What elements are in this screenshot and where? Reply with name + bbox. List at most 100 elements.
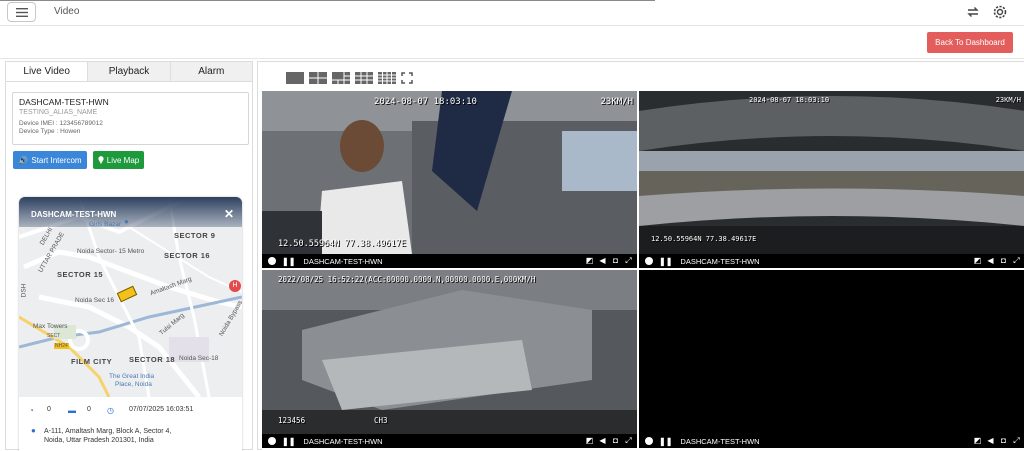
- chart-icon[interactable]: ◩: [585, 256, 594, 265]
- device-alias: TESTING_ALIAS_NAME: [19, 109, 98, 116]
- video-cell-4[interactable]: ❚❚ DASHCAM-TEST-HWN ◩ ◀ ◘ ⤢: [639, 270, 1024, 448]
- camera-icon[interactable]: ◘: [999, 256, 1008, 265]
- video-frame-1: [262, 91, 637, 254]
- pause-icon[interactable]: ❚❚: [659, 257, 672, 266]
- video-4-name: DASHCAM-TEST-HWN: [680, 436, 760, 446]
- map-label-great-india-1: The Great India: [109, 373, 155, 380]
- header-divider: [0, 58, 1024, 59]
- mute-icon[interactable]: ◀: [598, 436, 607, 445]
- record-icon[interactable]: [645, 437, 653, 445]
- page-title: Video: [54, 6, 80, 17]
- switch-icon[interactable]: [965, 4, 981, 20]
- layout-2x2-icon[interactable]: [309, 72, 327, 84]
- video-panel: 2024-08-07 18:03:10 23KM/H 12.50.55964N …: [257, 61, 1024, 451]
- clock-icon: ◷: [107, 406, 114, 415]
- pause-icon[interactable]: ❚❚: [282, 257, 295, 266]
- map-label-dsh: DSH: [20, 283, 28, 298]
- tab-alarm[interactable]: Alarm: [171, 62, 252, 81]
- mute-icon[interactable]: ◀: [598, 256, 607, 265]
- fullscreen-icon[interactable]: [401, 72, 413, 84]
- status-datetime: 07/07/2025 16:03:51: [129, 406, 194, 413]
- video-4-controls: ❚❚ DASHCAM-TEST-HWN ◩ ◀ ◘ ⤢: [639, 434, 1024, 448]
- map-poi-icon: ●: [124, 217, 129, 226]
- camera-icon[interactable]: ◘: [611, 256, 620, 265]
- hospital-icon: H: [229, 280, 241, 292]
- chart-icon[interactable]: ◩: [585, 436, 594, 445]
- top-border-line: [0, 0, 655, 1]
- layout-1x1-icon[interactable]: [286, 72, 304, 84]
- speed-icon: ◔: [29, 406, 34, 415]
- gear-icon[interactable]: [992, 4, 1008, 20]
- video-cell-2[interactable]: 2024-08-07 18:03:10 23KM/H 12.50.55964N …: [639, 91, 1024, 268]
- video-1-controls: ❚❚ DASHCAM-TEST-HWN ◩ ◀ ◘ ⤢: [262, 254, 637, 268]
- start-intercom-button[interactable]: 🔊 Start Intercom: [13, 151, 87, 169]
- tab-playback[interactable]: Playback: [88, 62, 171, 81]
- map-label-max-towers: Max Towers: [33, 323, 68, 330]
- record-icon[interactable]: [268, 257, 276, 265]
- video-1-timestamp: 2024-08-07 18:03:10: [374, 97, 477, 107]
- video-frame-2: [639, 91, 1024, 254]
- video-2-controls: ❚❚ DASHCAM-TEST-HWN ◩ ◀ ◘ ⤢: [639, 254, 1024, 268]
- video-frame-3: [262, 270, 637, 434]
- expand-icon[interactable]: ⤢: [1012, 436, 1021, 445]
- hamburger-menu-button[interactable]: [7, 2, 36, 22]
- live-map-button[interactable]: Live Map: [93, 151, 144, 169]
- video-3-channel: CH3: [374, 416, 388, 425]
- pause-icon[interactable]: ❚❚: [659, 437, 672, 446]
- count-value: 0: [87, 406, 91, 413]
- map-label-great-india-2: Place, Noida: [115, 381, 152, 388]
- map-label-sect: SECT: [47, 333, 61, 339]
- map-label-girls-bazar: Girls Bazar: [89, 221, 122, 228]
- vehicle-icon: ▬: [68, 406, 76, 415]
- record-icon[interactable]: [268, 437, 276, 445]
- map-label-sector15: SECTOR 15: [57, 270, 104, 279]
- video-2-gps: 12.50.55964N 77.38.49617E: [651, 235, 757, 243]
- speed-value: 0: [47, 406, 51, 413]
- tab-bar: Live Video Playback Alarm: [6, 62, 252, 82]
- speaker-icon: 🔊: [18, 155, 29, 165]
- expand-icon[interactable]: ⤢: [624, 256, 633, 265]
- chart-icon[interactable]: ◩: [973, 436, 982, 445]
- video-1-speed: 23KM/H: [600, 97, 633, 107]
- location-pin-icon: ●: [31, 426, 36, 435]
- mute-icon[interactable]: ◀: [986, 256, 995, 265]
- layout-3x3-icon[interactable]: [355, 72, 373, 84]
- chart-icon[interactable]: ◩: [973, 256, 982, 265]
- video-3-name: DASHCAM-TEST-HWN: [303, 436, 383, 446]
- expand-icon[interactable]: ⤢: [1012, 256, 1021, 265]
- camera-icon[interactable]: ◘: [999, 436, 1008, 445]
- address-line1: A-111, Amaltash Marg, Block A, Sector 4,: [44, 428, 172, 435]
- menu-icon: [15, 7, 28, 17]
- video-cell-1[interactable]: 2024-08-07 18:03:10 23KM/H 12.50.55964N …: [262, 91, 637, 268]
- video-2-speed: 23KM/H: [995, 96, 1021, 104]
- layout-selector: [286, 72, 413, 84]
- map-label-nh: NH24: [54, 343, 69, 349]
- map-label-sector9: SECTOR 9: [174, 231, 216, 240]
- camera-icon[interactable]: ◘: [611, 436, 620, 445]
- mute-icon[interactable]: ◀: [986, 436, 995, 445]
- top-bar: Video: [0, 0, 1024, 26]
- pause-icon[interactable]: ❚❚: [282, 437, 295, 446]
- layout-4x4-icon[interactable]: [378, 72, 396, 84]
- record-icon[interactable]: [645, 257, 653, 265]
- map-title: DASHCAM-TEST-HWN: [31, 210, 117, 219]
- video-cell-3[interactable]: 2022/08/25 16:52:22(ACC:00000.0000.N,000…: [262, 270, 637, 448]
- video-1-gps: 12.50.55964N 77.38.49617E: [278, 239, 406, 249]
- video-1-name: DASHCAM-TEST-HWN: [303, 256, 383, 266]
- map-label-sector16: SECTOR 16: [164, 251, 211, 260]
- map-label-noida-sec18: Noida Sec-18: [179, 355, 219, 362]
- tab-live-video[interactable]: Live Video: [6, 62, 89, 81]
- map-view[interactable]: DASHCAM-TEST-HWN ✕ SECTOR 9 SECTOR 15 SE…: [19, 197, 242, 397]
- video-2-timestamp: 2024-08-07 18:03:10: [749, 96, 830, 104]
- back-to-dashboard-button[interactable]: Back To Dashboard: [927, 32, 1013, 53]
- close-icon[interactable]: ✕: [224, 207, 234, 221]
- map-pin-icon: [98, 156, 104, 164]
- video-3-timestamp: 2022/08/25 16:52:22(ACC:00000.0000.N,000…: [278, 275, 536, 284]
- start-intercom-label: Start Intercom: [31, 155, 82, 165]
- device-type: Device Type : Howen: [19, 128, 81, 135]
- video-3-controls: ❚❚ DASHCAM-TEST-HWN ◩ ◀ ◘ ⤢: [262, 434, 637, 448]
- expand-icon[interactable]: ⤢: [624, 436, 633, 445]
- layout-1plus5-icon[interactable]: [332, 72, 350, 84]
- address: A-111, Amaltash Marg, Block A, Sector 4,…: [44, 427, 171, 445]
- device-card[interactable]: DASHCAM-TEST-HWN TESTING_ALIAS_NAME Devi…: [12, 92, 249, 145]
